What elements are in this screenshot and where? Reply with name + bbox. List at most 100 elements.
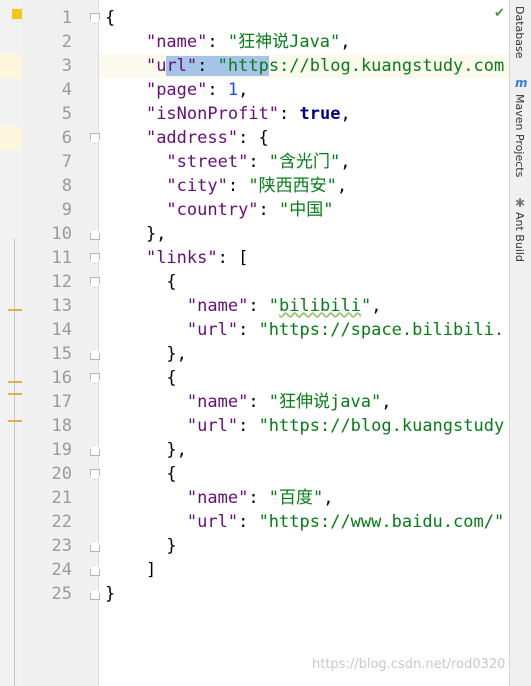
- code-line-25[interactable]: }: [105, 582, 115, 606]
- ant-build-tab[interactable]: Ant Build: [513, 212, 526, 262]
- json-boolean: true: [299, 104, 341, 124]
- line-number: 5: [61, 104, 72, 124]
- json-key: "url": [186, 416, 239, 436]
- line-number: 9: [61, 200, 72, 220]
- line-number: 7: [61, 152, 72, 172]
- line-number: 22: [51, 512, 72, 532]
- code-line-15[interactable]: },: [105, 342, 186, 366]
- line-number: 23: [51, 536, 72, 556]
- line-number: 18: [51, 416, 72, 436]
- change-marker[interactable]: [8, 381, 22, 383]
- code-line-10[interactable]: },: [105, 222, 166, 246]
- line-number: 4: [61, 80, 72, 100]
- database-tab[interactable]: Database: [513, 6, 526, 59]
- json-key: "url": [186, 320, 239, 340]
- json-key: "street": [166, 152, 249, 172]
- json-string-quote: ": [360, 296, 372, 316]
- code-line-5[interactable]: "isNonProfit": true,: [105, 102, 351, 126]
- code-line-14[interactable]: "url": "https://space.bilibili.: [105, 318, 504, 342]
- code-line-12[interactable]: {: [105, 270, 176, 294]
- json-key: "name": [186, 392, 249, 412]
- code-line-7[interactable]: "street": "含光门",: [105, 150, 350, 174]
- json-key: "url": [186, 512, 239, 532]
- code-editor[interactable]: { "name": "狂神说Java", "url": "https://blo…: [99, 0, 509, 686]
- left-marker-strip: [0, 0, 22, 686]
- change-marker[interactable]: [8, 393, 22, 395]
- code-line-19[interactable]: },: [105, 438, 186, 462]
- json-number: 1: [227, 80, 239, 100]
- bookmark-icon[interactable]: [12, 9, 22, 19]
- json-key: "isNonProfit": [145, 104, 280, 124]
- json-key: "country": [166, 200, 259, 220]
- code-line-20[interactable]: {: [105, 462, 176, 486]
- code-line-1[interactable]: {: [105, 6, 115, 30]
- line-number: 14: [51, 320, 72, 340]
- line-marker: [0, 126, 22, 150]
- code-line-21[interactable]: "name": "百度",: [105, 486, 334, 510]
- code-line-6[interactable]: "address": {: [105, 126, 269, 150]
- code-line-13[interactable]: "name": "bilibili",: [105, 294, 382, 318]
- code-line-8[interactable]: "city": "陕西西安",: [105, 174, 347, 198]
- code-line-11[interactable]: "links": [: [105, 246, 248, 270]
- brace: {: [105, 8, 116, 28]
- line-number: 17: [51, 392, 72, 412]
- json-string: "狂伸说java": [268, 392, 382, 412]
- json-string-quote: ": [268, 296, 280, 316]
- maven-icon: m: [515, 76, 528, 90]
- vertical-guide: [14, 238, 15, 686]
- line-number: 6: [61, 128, 72, 148]
- change-marker[interactable]: [8, 309, 22, 311]
- code-line-2[interactable]: "name": "狂神说Java",: [105, 30, 351, 54]
- json-key: "name": [145, 32, 208, 52]
- line-number: 19: [51, 440, 72, 460]
- line-number: 15: [51, 344, 72, 364]
- code-line-3[interactable]: "url": "https://blog.kuangstudy.com: [105, 54, 504, 78]
- line-number: 16: [51, 368, 72, 388]
- json-string: "百度": [268, 488, 324, 508]
- json-string: "中国": [279, 200, 334, 220]
- json-key: "address": [145, 128, 239, 148]
- json-string: "https://blog.kuangstudy: [258, 416, 505, 436]
- line-number: 13: [51, 296, 72, 316]
- selected-text: :: [197, 56, 218, 76]
- code-line-24[interactable]: ]: [105, 558, 156, 582]
- json-key: "name": [186, 296, 249, 316]
- check-icon: ✔: [494, 6, 505, 21]
- ant-icon: ✱: [515, 196, 526, 210]
- line-number: 8: [61, 176, 72, 196]
- code-line-9[interactable]: "country": "中国": [105, 198, 334, 222]
- code-line-4[interactable]: "page": 1,: [105, 78, 248, 102]
- code-line-18[interactable]: "url": "https://blog.kuangstudy: [105, 414, 504, 438]
- line-number-gutter: 1 2 3 4 5 6 7 8 9 10 11 12 13 14 15 16 1…: [22, 0, 100, 686]
- line-number: 3: [61, 56, 72, 76]
- line-number: 1: [61, 8, 72, 28]
- line-number: 12: [51, 272, 72, 292]
- line-number: 25: [51, 584, 72, 604]
- json-string-part: s://blog.kuangstudy.com: [268, 56, 505, 76]
- json-key: "page": [145, 80, 208, 100]
- code-line-16[interactable]: {: [105, 366, 176, 390]
- json-key-part: "u: [145, 56, 167, 76]
- code-line-17[interactable]: "name": "狂伸说java",: [105, 390, 392, 414]
- line-number: 10: [51, 224, 72, 244]
- json-string: "https://space.bilibili.: [258, 320, 505, 340]
- line-number: 24: [51, 560, 72, 580]
- json-string: "陕西西安": [248, 176, 337, 196]
- selected-text: "http: [217, 56, 269, 76]
- code-line-23[interactable]: }: [105, 534, 176, 558]
- code-line-22[interactable]: "url": "https://www.baidu.com/": [105, 510, 504, 534]
- spellcheck-word: bilibili: [279, 296, 361, 316]
- json-string: "狂神说Java": [227, 32, 341, 52]
- json-key: "name": [186, 488, 249, 508]
- json-string: "https://www.baidu.com/": [258, 512, 505, 532]
- line-number: 21: [51, 488, 72, 508]
- line-number: 20: [51, 464, 72, 484]
- maven-projects-tab[interactable]: Maven Projects: [513, 94, 526, 177]
- change-marker[interactable]: [8, 420, 22, 422]
- current-line-marker: [0, 54, 22, 78]
- watermark-text: https://blog.csdn.net/rod0320: [312, 657, 506, 672]
- line-number: 11: [51, 248, 72, 268]
- line-number: 2: [61, 32, 72, 52]
- json-key: "city": [166, 176, 228, 196]
- json-key: "links": [145, 248, 218, 268]
